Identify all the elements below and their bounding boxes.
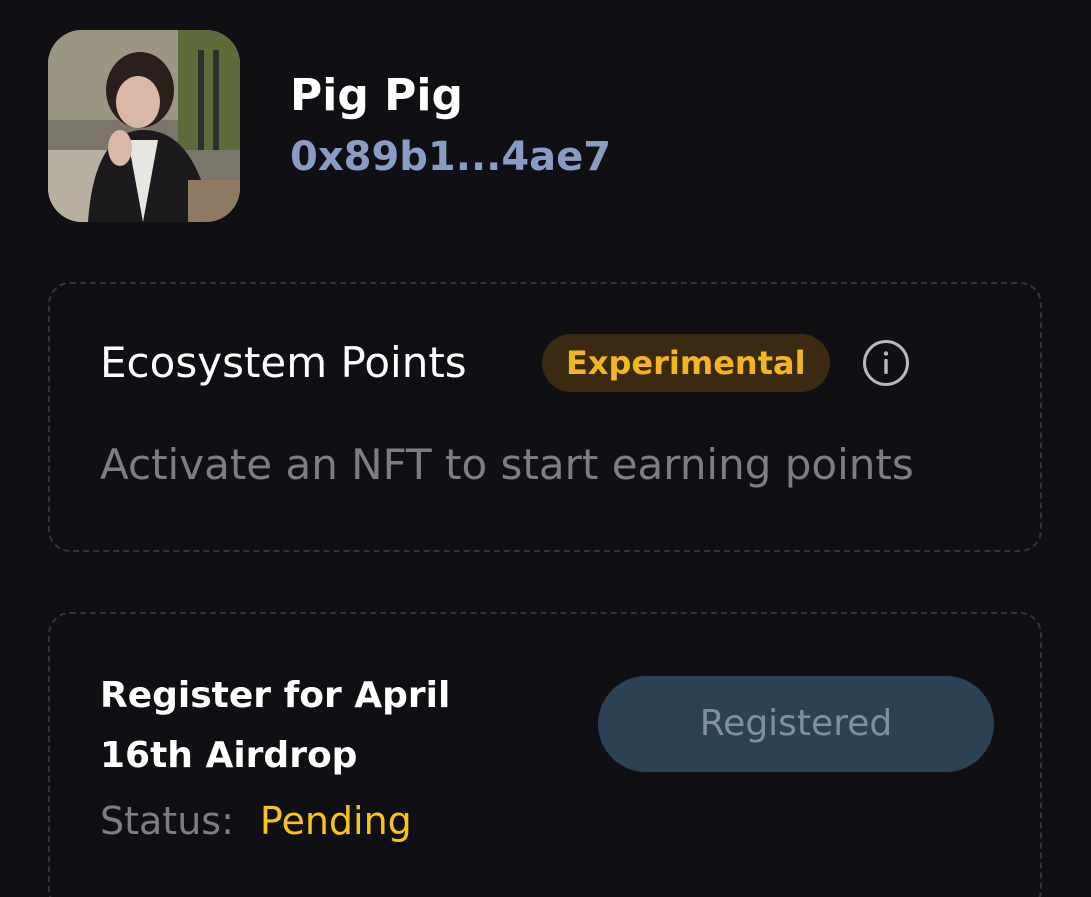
status-value: Pending: [259, 799, 412, 843]
points-title: Ecosystem Points: [100, 338, 467, 387]
status-label: Status:: [100, 799, 234, 843]
profile-name: Pig Pig: [290, 70, 463, 121]
airdrop-title: Register for April 16th Airdrop: [100, 675, 451, 776]
airdrop-card: Register for April 16th Airdrop Status: P…: [48, 612, 1042, 897]
experimental-badge: Experimental: [542, 334, 830, 392]
wallet-address[interactable]: 0x89b1...4ae7: [290, 130, 611, 184]
ecosystem-points-card: Ecosystem Points Experimental Activate a…: [48, 282, 1042, 552]
registered-button[interactable]: Registered: [598, 676, 994, 772]
page: Pig Pig 0x89b1...4ae7 Ecosystem Points E…: [0, 0, 1091, 897]
points-subtitle: Activate an NFT to start earning points: [100, 440, 914, 489]
info-icon[interactable]: [862, 339, 910, 387]
avatar-image: [48, 30, 240, 222]
avatar[interactable]: [48, 30, 240, 222]
status-line: Status: Pending: [100, 794, 412, 848]
